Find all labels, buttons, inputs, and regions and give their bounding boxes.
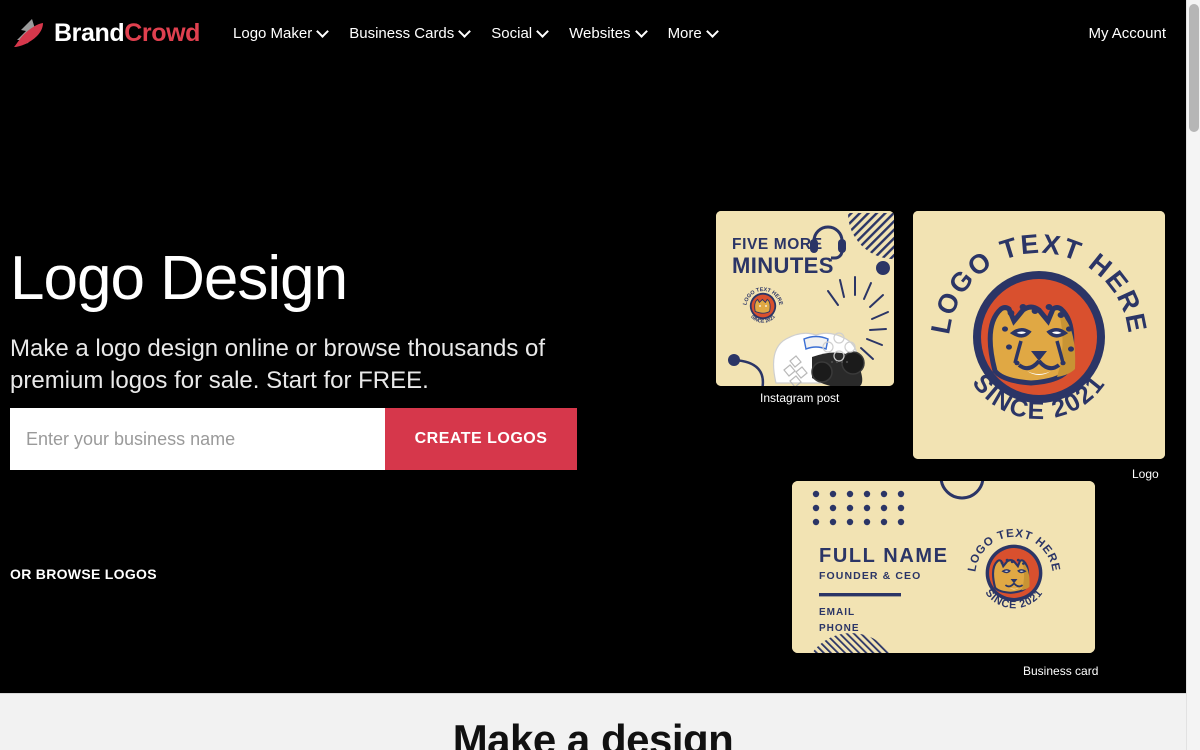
hero-subtitle: Make a logo design online or browse thou… xyxy=(10,335,546,395)
chevron-down-icon xyxy=(318,27,327,36)
svg-text:MINUTES: MINUTES xyxy=(732,253,834,278)
brand-wordmark: BrandCrowd xyxy=(54,19,200,48)
my-account-link[interactable]: My Account xyxy=(1084,17,1170,50)
page-scrollbar[interactable] xyxy=(1186,0,1200,750)
business-name-search-form: CREATE LOGOS xyxy=(10,408,577,470)
svg-text:EMAIL: EMAIL xyxy=(819,607,855,618)
svg-text:PHONE: PHONE xyxy=(819,623,860,634)
scrollbar-thumb[interactable] xyxy=(1189,4,1199,132)
feather-logo-icon xyxy=(14,19,43,47)
instagram-post-artwork: FIVE MORE MINUTES LOGO TEXT HERE SINCE 2… xyxy=(716,211,894,386)
svg-text:FOUNDER & CEO: FOUNDER & CEO xyxy=(819,570,921,582)
business-card[interactable]: FULL NAME FOUNDER & CEO EMAIL PHONE LOGO… xyxy=(792,481,1095,653)
nav-label: Social xyxy=(491,24,533,42)
logo-caption: Logo xyxy=(1132,467,1159,481)
nav-item-social[interactable]: Social xyxy=(480,17,558,50)
business-card-artwork: FULL NAME FOUNDER & CEO EMAIL PHONE LOGO… xyxy=(792,481,1095,653)
make-a-design-section: Make a design xyxy=(0,693,1186,750)
nav-item-logo-maker[interactable]: Logo Maker xyxy=(222,17,338,50)
hero-copy: Logo Design Make a logo design online or… xyxy=(10,246,610,398)
nav-item-websites[interactable]: Websites xyxy=(558,17,656,50)
brand-text-part1: Brand xyxy=(54,18,125,47)
hero-section: Logo Design Make a logo design online or… xyxy=(0,66,1186,693)
logo-artwork: LOGO TEXT HERE SINCE 2021 xyxy=(913,211,1165,459)
chevron-down-icon xyxy=(460,27,469,36)
main-navigation: Logo Maker Business Cards Social Website… xyxy=(222,17,728,50)
or-browse-logos-link[interactable]: OR BROWSE LOGOS xyxy=(10,566,157,582)
svg-text:FIVE MORE: FIVE MORE xyxy=(732,236,823,253)
nav-label: Websites xyxy=(569,24,631,42)
page-root: BrandCrowd Logo Maker Business Cards Soc… xyxy=(0,0,1200,750)
brand-text-part2: Crowd xyxy=(124,18,201,47)
chevron-down-icon xyxy=(637,27,646,36)
chevron-down-icon xyxy=(538,27,547,36)
create-logos-button[interactable]: CREATE LOGOS xyxy=(385,408,577,470)
svg-text:FULL NAME: FULL NAME xyxy=(819,545,949,567)
nav-label: More xyxy=(667,24,702,42)
nav-label: Business Cards xyxy=(349,24,455,42)
section-title: Make a design xyxy=(452,716,734,750)
nav-item-more[interactable]: More xyxy=(657,17,728,50)
business-card-caption: Business card xyxy=(1023,664,1099,678)
chevron-down-icon xyxy=(708,27,717,36)
nav-item-business-cards[interactable]: Business Cards xyxy=(338,17,480,50)
instagram-post-caption: Instagram post xyxy=(760,391,840,405)
instagram-post-card[interactable]: FIVE MORE MINUTES LOGO TEXT HERE SINCE 2… xyxy=(716,211,894,386)
logo-card[interactable]: LOGO TEXT HERE SINCE 2021 xyxy=(913,211,1165,459)
nav-label: Logo Maker xyxy=(233,24,313,42)
business-name-input[interactable] xyxy=(10,408,385,470)
brandcrowd-logo[interactable]: BrandCrowd xyxy=(12,18,200,48)
product-showcase: FIVE MORE MINUTES LOGO TEXT HERE SINCE 2… xyxy=(700,136,1180,696)
page-title: Logo Design xyxy=(10,244,348,313)
site-header: BrandCrowd Logo Maker Business Cards Soc… xyxy=(0,0,1186,66)
